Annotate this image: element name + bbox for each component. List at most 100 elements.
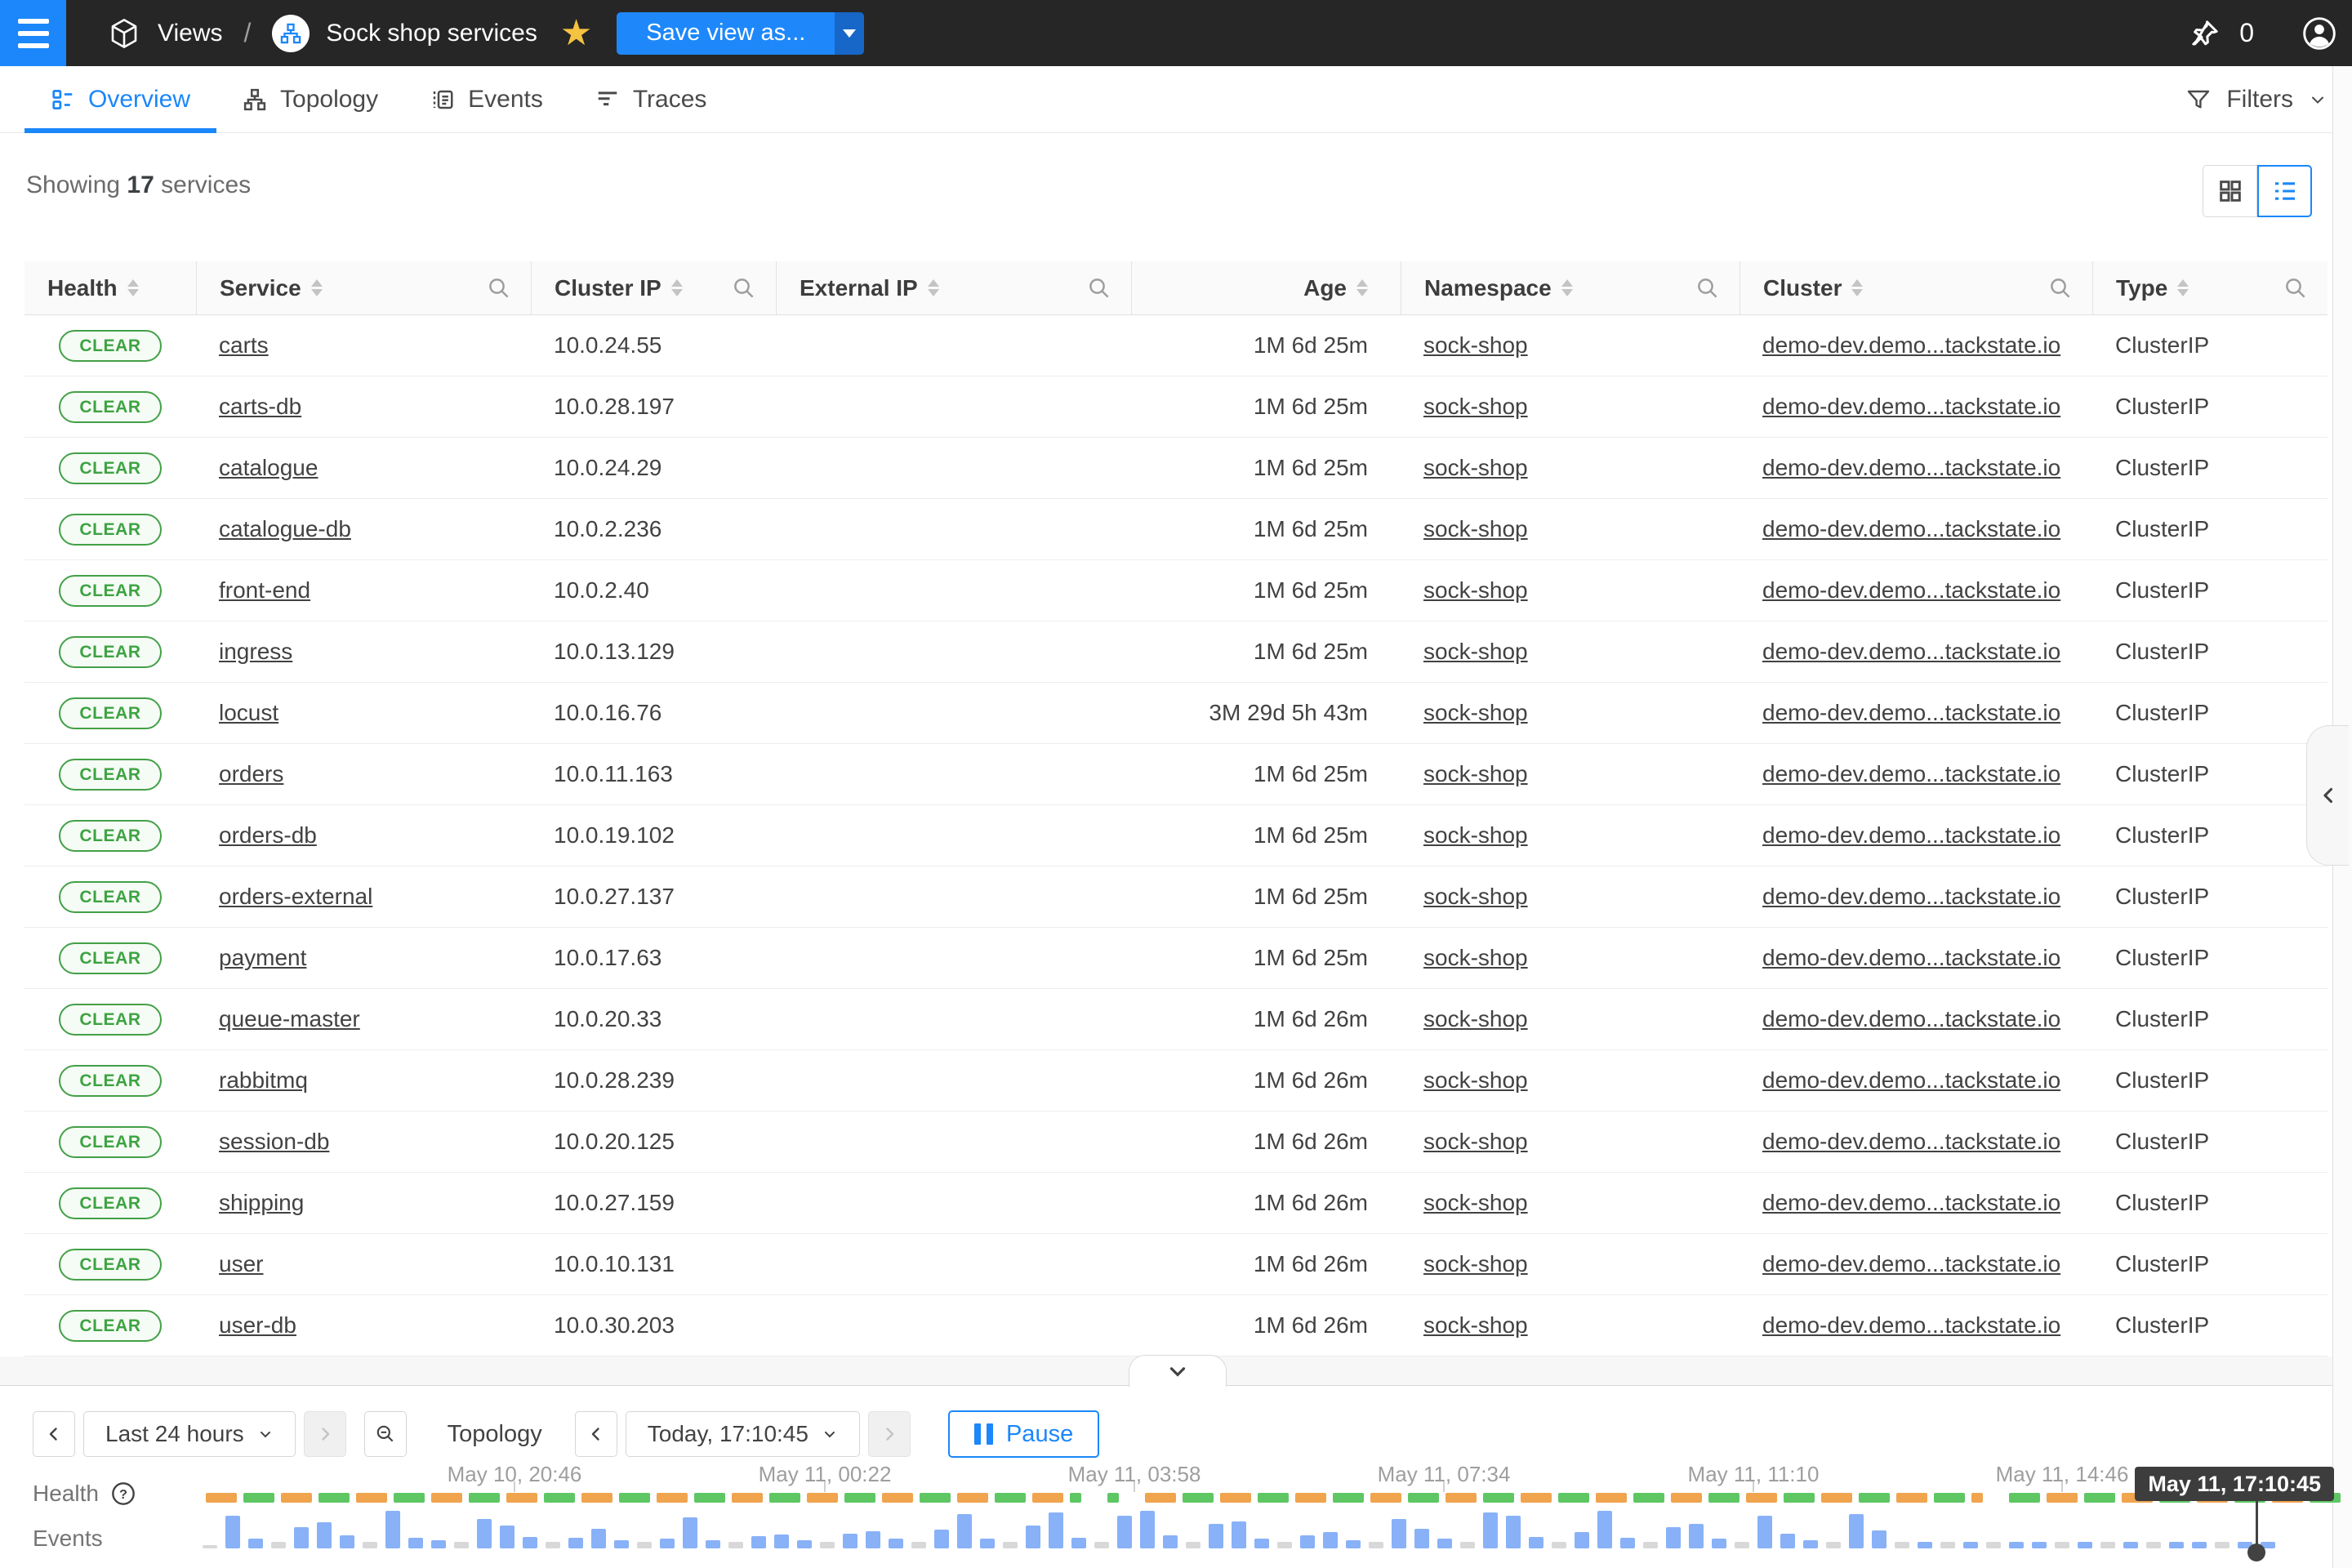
- namespace-link[interactable]: sock-shop: [1423, 332, 1528, 358]
- cluster-link[interactable]: demo-dev.demo...tackstate.io: [1762, 639, 2060, 664]
- favorite-star-icon[interactable]: ★: [560, 16, 592, 51]
- column-header-service[interactable]: Service: [196, 261, 531, 314]
- cluster-link[interactable]: demo-dev.demo...tackstate.io: [1762, 394, 2060, 419]
- service-link[interactable]: queue-master: [219, 1006, 360, 1031]
- sort-icon[interactable]: [1561, 279, 1573, 296]
- column-header-namespace[interactable]: Namespace: [1401, 261, 1740, 314]
- namespace-link[interactable]: sock-shop: [1423, 516, 1528, 541]
- save-view-as-button[interactable]: Save view as...: [617, 12, 835, 55]
- cluster-link[interactable]: demo-dev.demo...tackstate.io: [1762, 332, 2060, 358]
- cluster-link[interactable]: demo-dev.demo...tackstate.io: [1762, 945, 2060, 970]
- current-time-select[interactable]: Today, 17:10:45: [626, 1411, 860, 1457]
- namespace-link[interactable]: sock-shop: [1423, 1129, 1528, 1154]
- cluster-link[interactable]: demo-dev.demo...tackstate.io: [1762, 700, 2060, 725]
- cluster-link[interactable]: demo-dev.demo...tackstate.io: [1762, 884, 2060, 909]
- zoom-out-button[interactable]: [364, 1411, 407, 1457]
- cluster-link[interactable]: demo-dev.demo...tackstate.io: [1762, 761, 2060, 786]
- service-link[interactable]: payment: [219, 945, 306, 970]
- namespace-link[interactable]: sock-shop: [1423, 1251, 1528, 1276]
- service-link[interactable]: orders-external: [219, 884, 372, 909]
- service-link[interactable]: orders: [219, 761, 283, 786]
- time-range-select[interactable]: Last 24 hours: [83, 1411, 296, 1457]
- service-link[interactable]: carts: [219, 332, 269, 358]
- cluster-link[interactable]: demo-dev.demo...tackstate.io: [1762, 577, 2060, 603]
- column-header-age[interactable]: Age: [1131, 261, 1401, 314]
- cluster-link[interactable]: demo-dev.demo...tackstate.io: [1762, 1006, 2060, 1031]
- search-icon[interactable]: [487, 276, 511, 301]
- tab-overview[interactable]: Overview: [24, 66, 216, 133]
- column-header-cluster-ip[interactable]: Cluster IP: [531, 261, 776, 314]
- service-link[interactable]: carts-db: [219, 394, 301, 419]
- tab-traces[interactable]: Traces: [569, 66, 733, 133]
- list-view-button[interactable]: [2257, 165, 2312, 217]
- user-avatar-icon[interactable]: [2301, 16, 2337, 51]
- search-icon[interactable]: [1695, 276, 1720, 301]
- column-header-external-ip[interactable]: External IP: [776, 261, 1131, 314]
- service-link[interactable]: user-db: [219, 1312, 296, 1338]
- namespace-link[interactable]: sock-shop: [1423, 884, 1528, 909]
- service-link[interactable]: session-db: [219, 1129, 329, 1154]
- service-link[interactable]: front-end: [219, 577, 310, 603]
- sort-icon[interactable]: [2177, 279, 2189, 296]
- namespace-link[interactable]: sock-shop: [1423, 945, 1528, 970]
- pause-button[interactable]: Pause: [948, 1410, 1099, 1458]
- service-link[interactable]: ingress: [219, 639, 292, 664]
- namespace-link[interactable]: sock-shop: [1423, 394, 1528, 419]
- namespace-link[interactable]: sock-shop: [1423, 700, 1528, 725]
- namespace-link[interactable]: sock-shop: [1423, 455, 1528, 480]
- cluster-link[interactable]: demo-dev.demo...tackstate.io: [1762, 1312, 2060, 1338]
- sort-icon[interactable]: [671, 279, 683, 296]
- service-link[interactable]: user: [219, 1251, 263, 1276]
- save-view-as-caret-button[interactable]: [835, 12, 864, 55]
- range-forward-button[interactable]: [304, 1411, 346, 1457]
- sort-icon[interactable]: [311, 279, 323, 296]
- namespace-link[interactable]: sock-shop: [1423, 761, 1528, 786]
- namespace-link[interactable]: sock-shop: [1423, 1067, 1528, 1093]
- breadcrumb-view-name[interactable]: Sock shop services: [326, 20, 537, 47]
- cluster-link[interactable]: demo-dev.demo...tackstate.io: [1762, 516, 2060, 541]
- service-link[interactable]: orders-db: [219, 822, 317, 848]
- namespace-link[interactable]: sock-shop: [1423, 1312, 1528, 1338]
- grid-view-button[interactable]: [2203, 165, 2257, 217]
- pin-icon[interactable]: [2189, 17, 2221, 50]
- service-link[interactable]: shipping: [219, 1190, 304, 1215]
- sort-icon[interactable]: [928, 279, 939, 296]
- column-header-cluster[interactable]: Cluster: [1740, 261, 2092, 314]
- time-back-button[interactable]: [575, 1411, 617, 1457]
- cluster-link[interactable]: demo-dev.demo...tackstate.io: [1762, 1129, 2060, 1154]
- column-header-type[interactable]: Type: [2092, 261, 2328, 314]
- service-link[interactable]: catalogue-db: [219, 516, 351, 541]
- time-forward-button[interactable]: [868, 1411, 911, 1457]
- sort-icon[interactable]: [1356, 279, 1368, 296]
- namespace-link[interactable]: sock-shop: [1423, 577, 1528, 603]
- service-link[interactable]: catalogue: [219, 455, 318, 480]
- timeline-collapse-button[interactable]: [1129, 1355, 1227, 1387]
- service-link[interactable]: locust: [219, 700, 278, 725]
- namespace-link[interactable]: sock-shop: [1423, 1190, 1528, 1215]
- breadcrumb-views[interactable]: Views: [158, 20, 222, 47]
- hamburger-menu-button[interactable]: [0, 0, 66, 66]
- cluster-link[interactable]: demo-dev.demo...tackstate.io: [1762, 1251, 2060, 1276]
- search-icon[interactable]: [732, 276, 756, 301]
- filters-button[interactable]: Filters: [2185, 86, 2328, 114]
- current-time-marker-dot[interactable]: [2247, 1544, 2265, 1561]
- range-back-button[interactable]: [33, 1411, 75, 1457]
- search-icon[interactable]: [2283, 276, 2308, 301]
- service-link[interactable]: rabbitmq: [219, 1067, 308, 1093]
- search-icon[interactable]: [1087, 276, 1111, 301]
- cluster-link[interactable]: demo-dev.demo...tackstate.io: [1762, 1067, 2060, 1093]
- search-icon[interactable]: [2048, 276, 2073, 301]
- namespace-link[interactable]: sock-shop: [1423, 822, 1528, 848]
- namespace-link[interactable]: sock-shop: [1423, 639, 1528, 664]
- cluster-link[interactable]: demo-dev.demo...tackstate.io: [1762, 1190, 2060, 1215]
- sort-icon[interactable]: [127, 279, 139, 296]
- right-panel-expand-button[interactable]: [2306, 725, 2349, 866]
- namespace-link[interactable]: sock-shop: [1423, 1006, 1528, 1031]
- tab-events[interactable]: Events: [404, 66, 569, 133]
- column-header-health[interactable]: Health: [24, 261, 196, 314]
- cluster-link[interactable]: demo-dev.demo...tackstate.io: [1762, 822, 2060, 848]
- help-question-icon[interactable]: ?: [110, 1481, 136, 1507]
- sort-icon[interactable]: [1851, 279, 1863, 296]
- cluster-link[interactable]: demo-dev.demo...tackstate.io: [1762, 455, 2060, 480]
- tab-topology[interactable]: Topology: [216, 66, 404, 133]
